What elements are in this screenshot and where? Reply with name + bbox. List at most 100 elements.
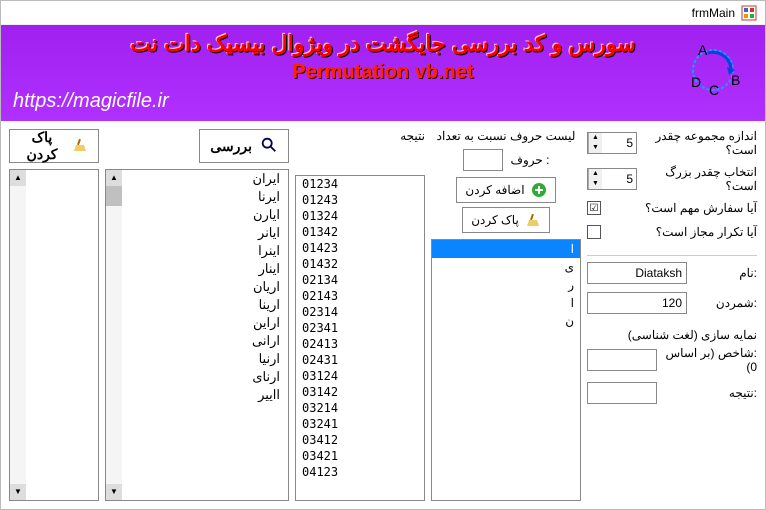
clear-letters-label: پاک کردن <box>471 213 519 227</box>
list-item[interactable]: ایارن <box>122 206 288 224</box>
main-window: frmMain سورس و کد بررسی جایگشت در ویژوال… <box>0 0 766 510</box>
list-item[interactable]: ایرنا <box>122 188 288 206</box>
letters-title: لیست حروف نسبت به تعداد <box>431 129 581 143</box>
list-item[interactable]: اریان <box>122 278 288 296</box>
list-item[interactable]: ا <box>432 240 580 258</box>
letters-input[interactable] <box>463 149 503 171</box>
check-button[interactable]: بررسی <box>199 129 289 163</box>
list-item[interactable]: 01234 <box>296 176 424 192</box>
list-item[interactable]: ارینا <box>122 296 288 314</box>
letters-input-label: : حروف <box>511 153 550 167</box>
list-item[interactable]: اینرا <box>122 242 288 260</box>
list-item[interactable]: 02134 <box>296 272 424 288</box>
window-title: frmMain <box>692 6 735 20</box>
clear-letters-button[interactable]: پاک کردن <box>462 207 550 233</box>
broom-icon <box>525 212 541 228</box>
header-banner: سورس و کد بررسی جایگشت در ویژوال بیسیک د… <box>1 25 765 121</box>
search-icon <box>260 136 278 157</box>
words-panel: بررسی ▲ ▼ ایرانایرناایارنایانراینرااینار… <box>105 129 289 501</box>
header-persian-title: سورس و کد بررسی جایگشت در ویژوال بیسیک د… <box>11 31 755 57</box>
titlebar: frmMain <box>1 1 765 25</box>
result-panel: نتیجه 0123401243013240134201423014320213… <box>295 129 425 501</box>
set-size-input[interactable]: ▲▼ <box>587 132 637 154</box>
content-area: اندازه مجموعه چقدر است؟ ▲▼ انتخاب چقدر ب… <box>1 121 765 509</box>
list-item[interactable]: 02413 <box>296 336 424 352</box>
order-matters-checkbox[interactable]: ☑ <box>587 201 601 215</box>
scroll-track[interactable] <box>106 186 122 484</box>
words-listbox[interactable]: ▲ ▼ ایرانایرناایارنایانراینراایناراریانا… <box>105 169 289 501</box>
svg-text:D: D <box>691 74 701 90</box>
list-item[interactable]: 04123 <box>296 464 424 480</box>
scroll-up-icon[interactable]: ▲ <box>10 170 26 186</box>
list-item[interactable]: 02143 <box>296 288 424 304</box>
scroll-track[interactable] <box>10 186 26 484</box>
repeat-allowed-checkbox[interactable] <box>587 225 601 239</box>
list-item[interactable]: 03214 <box>296 400 424 416</box>
list-item[interactable]: ا <box>432 294 580 312</box>
clear-all-label: پاک کردن <box>20 129 64 163</box>
count-field[interactable] <box>587 292 687 314</box>
selection-size-value[interactable] <box>602 169 636 189</box>
name-label: :نام <box>693 266 757 280</box>
list-item[interactable]: 02431 <box>296 352 424 368</box>
spin-down-icon[interactable]: ▼ <box>589 143 602 153</box>
index-label: :شاخص (بر اساس 0) <box>663 346 757 374</box>
result-field[interactable] <box>587 382 657 404</box>
list-item[interactable]: 03241 <box>296 416 424 432</box>
permutation-logo-icon: A B D C <box>673 35 753 105</box>
list-item[interactable]: ر <box>432 276 580 294</box>
set-size-value[interactable] <box>602 133 636 153</box>
list-item[interactable]: 03421 <box>296 448 424 464</box>
letters-panel: لیست حروف نسبت به تعداد : حروف اضافه کرد… <box>431 129 581 501</box>
list-item[interactable]: اراین <box>122 314 288 332</box>
scroll-down-icon[interactable]: ▼ <box>106 484 122 500</box>
list-item[interactable]: ن <box>432 312 580 330</box>
spin-down-icon[interactable]: ▼ <box>589 179 602 189</box>
list-item[interactable]: ایانر <box>122 224 288 242</box>
list-item[interactable]: 03142 <box>296 384 424 400</box>
plus-icon <box>531 182 547 198</box>
list-item[interactable]: 02314 <box>296 304 424 320</box>
words-scrollbar[interactable]: ▲ ▼ <box>106 170 122 500</box>
indexing-title: نمایه سازی (لغت شناسی) <box>587 328 757 342</box>
list-item[interactable]: اینار <box>122 260 288 278</box>
result-listbox[interactable]: 0123401243013240134201423014320213402143… <box>295 175 425 501</box>
add-letter-label: اضافه کردن <box>465 183 524 197</box>
scroll-thumb[interactable] <box>106 186 122 206</box>
list-item[interactable]: 01324 <box>296 208 424 224</box>
set-size-label: اندازه مجموعه چقدر است؟ <box>643 129 757 157</box>
clear-all-button[interactable]: پاک کردن <box>9 129 99 163</box>
letters-listbox[interactable]: ایران <box>431 239 581 501</box>
list-item[interactable]: ارنای <box>122 368 288 386</box>
scroll-up-icon[interactable]: ▲ <box>106 170 122 186</box>
list-item[interactable]: ااییر <box>122 386 288 404</box>
result-title: نتیجه <box>295 129 425 143</box>
list-item[interactable]: ارنیا <box>122 350 288 368</box>
list-item[interactable]: ایران <box>122 170 288 188</box>
order-matters-label: آیا سفارش مهم است؟ <box>609 201 757 215</box>
selection-size-input[interactable]: ▲▼ <box>587 168 637 190</box>
spin-up-icon[interactable]: ▲ <box>589 133 602 143</box>
list-item[interactable]: 01243 <box>296 192 424 208</box>
result-label: :نتیجه <box>663 386 757 400</box>
list-item[interactable]: 01423 <box>296 240 424 256</box>
list-item[interactable]: 03412 <box>296 432 424 448</box>
svg-text:C: C <box>709 82 719 98</box>
svg-text:A: A <box>698 42 708 58</box>
broom-icon <box>72 137 88 156</box>
list-item[interactable]: 01342 <box>296 224 424 240</box>
add-letter-button[interactable]: اضافه کردن <box>456 177 555 203</box>
list-item[interactable]: ی <box>432 258 580 276</box>
header-url: https://magicfile.ir <box>13 90 169 113</box>
list-item[interactable]: 03124 <box>296 368 424 384</box>
count-label: :شمردن <box>693 296 757 310</box>
empty-listbox[interactable]: ▲ ▼ <box>9 169 99 501</box>
list-item[interactable]: 01432 <box>296 256 424 272</box>
scroll-down-icon[interactable]: ▼ <box>10 484 26 500</box>
list-item[interactable]: 02341 <box>296 320 424 336</box>
list-item[interactable]: ارانی <box>122 332 288 350</box>
index-field[interactable] <box>587 349 657 371</box>
name-field[interactable] <box>587 262 687 284</box>
empty-scrollbar[interactable]: ▲ ▼ <box>10 170 26 500</box>
spin-up-icon[interactable]: ▲ <box>589 169 602 179</box>
